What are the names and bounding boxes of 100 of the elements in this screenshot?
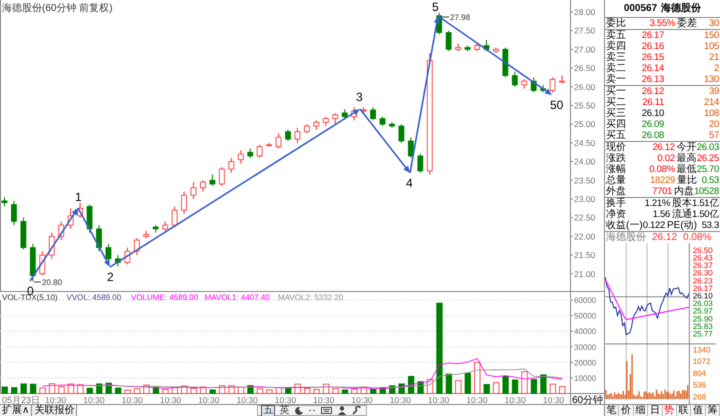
- wave-label: 1: [75, 190, 82, 204]
- view-tab[interactable]: 联: [676, 405, 692, 416]
- price-axis-label: 21.00: [574, 268, 596, 279]
- view-tab[interactable]: 细: [634, 405, 648, 416]
- price-axis-label: 27.50: [574, 26, 596, 36]
- period-label: 60分钟: [572, 395, 604, 404]
- date-label: 10:30: [428, 395, 450, 404]
- candle: [502, 47, 508, 78]
- mini-price-label: 25.83: [692, 322, 713, 331]
- moon-icon[interactable]: [293, 404, 306, 416]
- stat-value: 1.56: [652, 208, 670, 220]
- volume-bar: [426, 379, 434, 394]
- candle: [247, 148, 254, 158]
- bottom-tab[interactable]: 关联报价: [32, 405, 78, 416]
- stat-value: 0.122: [642, 220, 665, 231]
- volume-bar: [408, 376, 414, 394]
- mini-price-label: 26.10: [692, 291, 713, 300]
- volume-bar: [256, 388, 264, 394]
- volume-bar: [484, 384, 490, 394]
- stock-code: 000567: [624, 2, 658, 14]
- candle: [162, 220, 168, 232]
- candle: [521, 78, 528, 90]
- volume-bar: [493, 382, 500, 394]
- wave-label: 3: [356, 90, 363, 104]
- keyboard-icon[interactable]: [319, 404, 334, 416]
- input-mode-toggle[interactable]: 五: [261, 404, 276, 416]
- volume-bar: [455, 380, 462, 394]
- stat-label: 总量: [606, 174, 626, 186]
- order-price: 26.16: [640, 40, 664, 52]
- volume-bar: [2, 386, 8, 394]
- volume-bar: [152, 386, 160, 394]
- candle: [238, 150, 244, 164]
- volume-bar: [266, 390, 272, 394]
- view-tab[interactable]: 值: [691, 405, 706, 416]
- stat-label: 现价: [606, 142, 626, 153]
- order-volume: 39: [708, 86, 719, 97]
- input-mode-toggle[interactable]: 英: [277, 404, 292, 416]
- price-marker: 27.98: [450, 13, 470, 22]
- wave-label: 4: [406, 176, 413, 190]
- volume-bar: [48, 383, 56, 394]
- candle: [530, 76, 537, 93]
- view-tab[interactable]: 筹: [706, 405, 720, 416]
- mini-price-label: 25.77: [692, 329, 713, 338]
- candle: [190, 182, 196, 200]
- order-price: 26.09: [640, 118, 664, 130]
- price-axis-label: 28.00: [574, 6, 596, 17]
- candle: [86, 204, 92, 234]
- candle: [2, 196, 8, 207]
- stat-label: 内盘: [673, 186, 694, 197]
- price-axis-label: 24.50: [574, 138, 596, 148]
- volume-bar: [464, 372, 471, 394]
- stat-label: 委差: [676, 18, 697, 29]
- leader-line: [442, 16, 450, 18]
- view-tab[interactable]: 势: [662, 405, 677, 416]
- stat-label: 最低: [676, 164, 697, 175]
- date-label: 10:30: [313, 395, 334, 404]
- candle: [134, 238, 140, 256]
- candle: [228, 157, 234, 174]
- chart-title: 海德股份(60分钟 前复权): [2, 3, 113, 14]
- price-axis-label: 21.50: [574, 250, 596, 260]
- volume-bar: [512, 380, 518, 394]
- mini-volume-label: 536: [692, 380, 706, 390]
- candle: [294, 127, 300, 144]
- volume-bar: [210, 390, 216, 394]
- volume-axis-label: 20000: [574, 358, 596, 368]
- candle: [266, 142, 272, 148]
- price-axis-label: 25.00: [574, 119, 596, 130]
- candle: [380, 116, 386, 127]
- view-tab[interactable]: 笔: [605, 405, 620, 416]
- volume-bar: [172, 387, 178, 394]
- order-volume: 2: [713, 62, 719, 74]
- volume-bar: [124, 390, 131, 394]
- volume-axis-label: 30000: [574, 342, 596, 352]
- price-axis-label: 26.00: [574, 82, 596, 92]
- volume-bar: [247, 385, 254, 394]
- view-tab[interactable]: 日: [648, 405, 662, 416]
- volume-bar: [58, 386, 65, 394]
- stat-value: 0.02: [656, 152, 675, 164]
- mini-price-label: 26.03: [692, 299, 713, 308]
- volume-bar: [332, 388, 339, 394]
- view-tab[interactable]: 价: [619, 405, 634, 416]
- person-icon[interactable]: [336, 404, 348, 416]
- bottom-tab[interactable]: 扩展∧: [0, 405, 32, 416]
- volume-bar: [294, 384, 301, 394]
- candle: [304, 124, 310, 134]
- stat-value: 30: [708, 18, 719, 29]
- stat-value: 53.3: [700, 220, 719, 231]
- volume-bar: [550, 384, 556, 394]
- price-axis-label: 24.00: [574, 156, 596, 167]
- candle: [417, 154, 424, 174]
- stat-label: PE(动): [666, 220, 697, 231]
- volume-bar: [474, 362, 480, 394]
- volume-bar: [181, 386, 188, 394]
- stat-value: 1.50亿: [692, 208, 719, 220]
- order-label: 买三: [606, 108, 627, 119]
- wrench-icon[interactable]: [350, 404, 364, 416]
- mini-volume-label: 1340: [692, 345, 710, 354]
- volume-bar: [559, 386, 566, 394]
- volume-axis-label: 10000: [574, 374, 596, 383]
- wave-label: 2: [107, 270, 114, 284]
